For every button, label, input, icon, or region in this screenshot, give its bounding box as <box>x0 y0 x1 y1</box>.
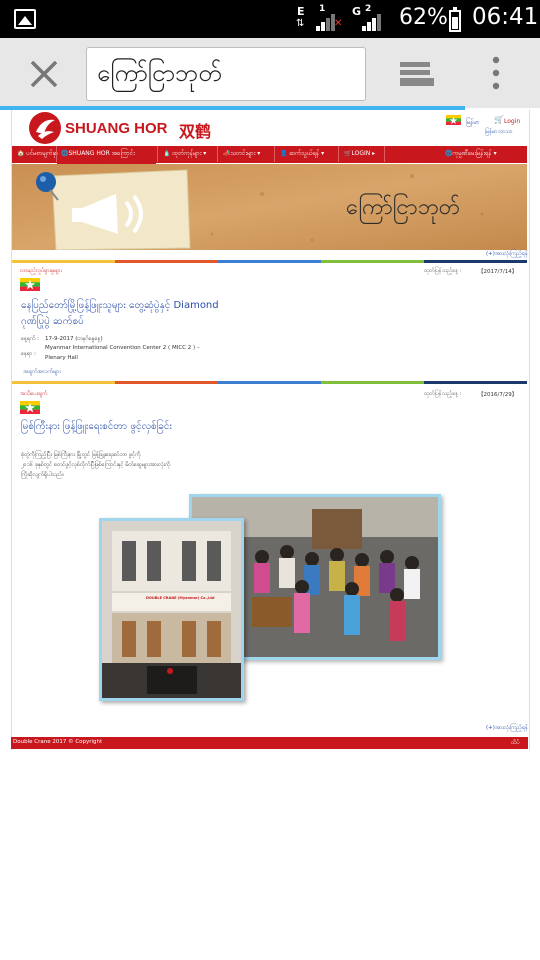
battery-percent: 62% <box>399 5 448 30</box>
post1-venue-line2: Plenary Hall <box>45 355 78 361</box>
banner-title: ကြော်ငြာဘုတ် <box>346 195 461 220</box>
color-separator-2 <box>12 381 527 384</box>
post2-date-label: ထုတ်ပြန်သည့်နေ့ : <box>424 391 462 397</box>
nav-inquiry[interactable]: 🌐ကုမ္ပဏီမေးမြန်းရန် ▾ <box>442 146 500 162</box>
view-all-link-bottom[interactable]: (+)အားလုံးကြည့်ရန် <box>486 724 528 732</box>
cart-icon[interactable]: 🛒 <box>494 115 504 124</box>
nav-login[interactable]: 🛒LOGIN ▸ <box>341 146 378 162</box>
data-arrows-icon: ⇅ <box>296 18 305 29</box>
no-signal-x-icon: ✕ <box>334 18 343 29</box>
post2-body-line2: ၂၀၁၆ ခုနှစ်တွင် စတင်ဖွင့်လှစ်လိုက်ပြီဖြစ… <box>21 462 171 468</box>
network-type-1: E <box>297 5 305 18</box>
nav-contact[interactable]: 👤 ဆက်သွယ်ရန် ▾ <box>277 146 327 162</box>
post2-title[interactable]: မြစ်ကြီးနား ဖြန့်ဖြူးရေးစင်တာ ဖွင့်လှစ်ခ… <box>21 419 172 434</box>
post1-venue-line1: Myanmar International Convention Center … <box>45 345 200 351</box>
nav-products[interactable]: 🧴 ထုတ်ကုန်များ ▾ <box>160 146 209 162</box>
post1-venue-label: နေရာ : <box>21 351 36 357</box>
main-nav: 🏠 ပင်မစာမျက်နှာ 🌐SHUANG HOR အကြောင်း 🧴 ထ… <box>12 146 527 163</box>
battery-icon <box>449 7 461 32</box>
signal-strength-2-icon <box>362 12 382 32</box>
post2-body-line1: စုံတွဲကိုကြည့်ပြီး မြစ်ကြီးနား မြို့တွင်… <box>21 452 141 458</box>
post1-date-detail-label: နေ့ရက် : <box>21 336 39 342</box>
crane-logo-icon[interactable] <box>28 111 62 145</box>
back-to-top-link[interactable]: ထိပ် <box>511 739 519 747</box>
gallery-notification-icon <box>14 9 36 29</box>
tabs-icon[interactable] <box>396 58 436 90</box>
brand-latin: SHUANG HOR <box>65 120 168 137</box>
banner: ကြော်ငြာဘုတ် <box>12 164 527 250</box>
website-content: SHUANG HOR 双鹤 မြန်မာ 🛒 Login မြန်မာဘာသာ … <box>11 110 530 750</box>
close-icon[interactable] <box>24 54 64 94</box>
myanmar-flag-icon <box>446 115 461 125</box>
post1-date-label: ထုတ်ပြန်သည့်နေ့ : <box>424 268 462 274</box>
color-separator-1 <box>12 260 527 263</box>
nav-about[interactable]: 🌐SHUANG HOR အကြောင်း <box>58 146 138 162</box>
nav-news[interactable]: 📣သတင်းများ ▾ <box>220 146 263 162</box>
view-all-link-top[interactable]: (+)အားလုံးကြည့်ရန် <box>486 250 528 258</box>
post2-myanmar-flag-icon <box>20 401 40 414</box>
footer-copyright: Double Crane 2017 © Copyright <box>13 739 103 745</box>
building-sign-text: DOUBLE CRANE (Myanmar) Co.,Ltd <box>146 596 215 600</box>
building-photo-image <box>102 521 241 698</box>
site-footer: Double Crane 2017 © Copyright ထိပ် <box>11 737 528 749</box>
clock: 06:41 <box>472 4 539 30</box>
post1-date-detail: 17-9-2017 (တနင်္ဂနွေနေ့) <box>45 336 103 342</box>
network-type-2: G <box>352 5 362 18</box>
signal-strength-1-icon <box>316 12 336 32</box>
building-photo: DOUBLE CRANE (Myanmar) Co.,Ltd <box>99 518 244 701</box>
url-text: ကြော်ငြာဘုတ် <box>97 59 222 87</box>
post2-body-line3: ကြိုဆိုလျက်ရှိပါသည်။ <box>21 472 64 478</box>
post1-date: 【2017/7/14】 <box>478 269 518 275</box>
url-bar[interactable]: ကြော်ငြာဘုတ် <box>86 47 366 101</box>
login-link[interactable]: Login <box>504 118 520 125</box>
overflow-menu-icon[interactable] <box>488 55 504 95</box>
register-link[interactable]: မြန်မာဘာသာ <box>485 128 512 136</box>
post1-category: လာမည့်လှုပ်ရှားမှုများ <box>20 268 62 274</box>
post1-myanmar-flag-icon <box>20 278 40 291</box>
nav-home[interactable]: 🏠 ပင်မစာမျက်နှာ <box>14 146 61 162</box>
language-link[interactable]: မြန်မာ <box>466 118 479 127</box>
brand-chinese: 双鹤 <box>179 122 212 141</box>
post1-title-line2[interactable]: ဂုဏ်ပြုပွဲ ဆက်စပ် <box>21 314 84 329</box>
post2-category: အသိပေးချက် <box>20 391 48 397</box>
post1-read-more[interactable]: အချက်အလက်များ <box>23 368 61 376</box>
post1-title-line1[interactable]: နေပြည်တော်မြို့ဖြန့်ဖြူးသူများ တွေ့ဆုံပွ… <box>21 298 219 313</box>
status-bar: E ⇅ 1 ✕ G 2 62% 06:41 <box>0 0 540 38</box>
post2-date: 【2016/7/29】 <box>478 392 518 398</box>
browser-toolbar: ကြော်ငြာဘုတ် <box>0 38 540 108</box>
